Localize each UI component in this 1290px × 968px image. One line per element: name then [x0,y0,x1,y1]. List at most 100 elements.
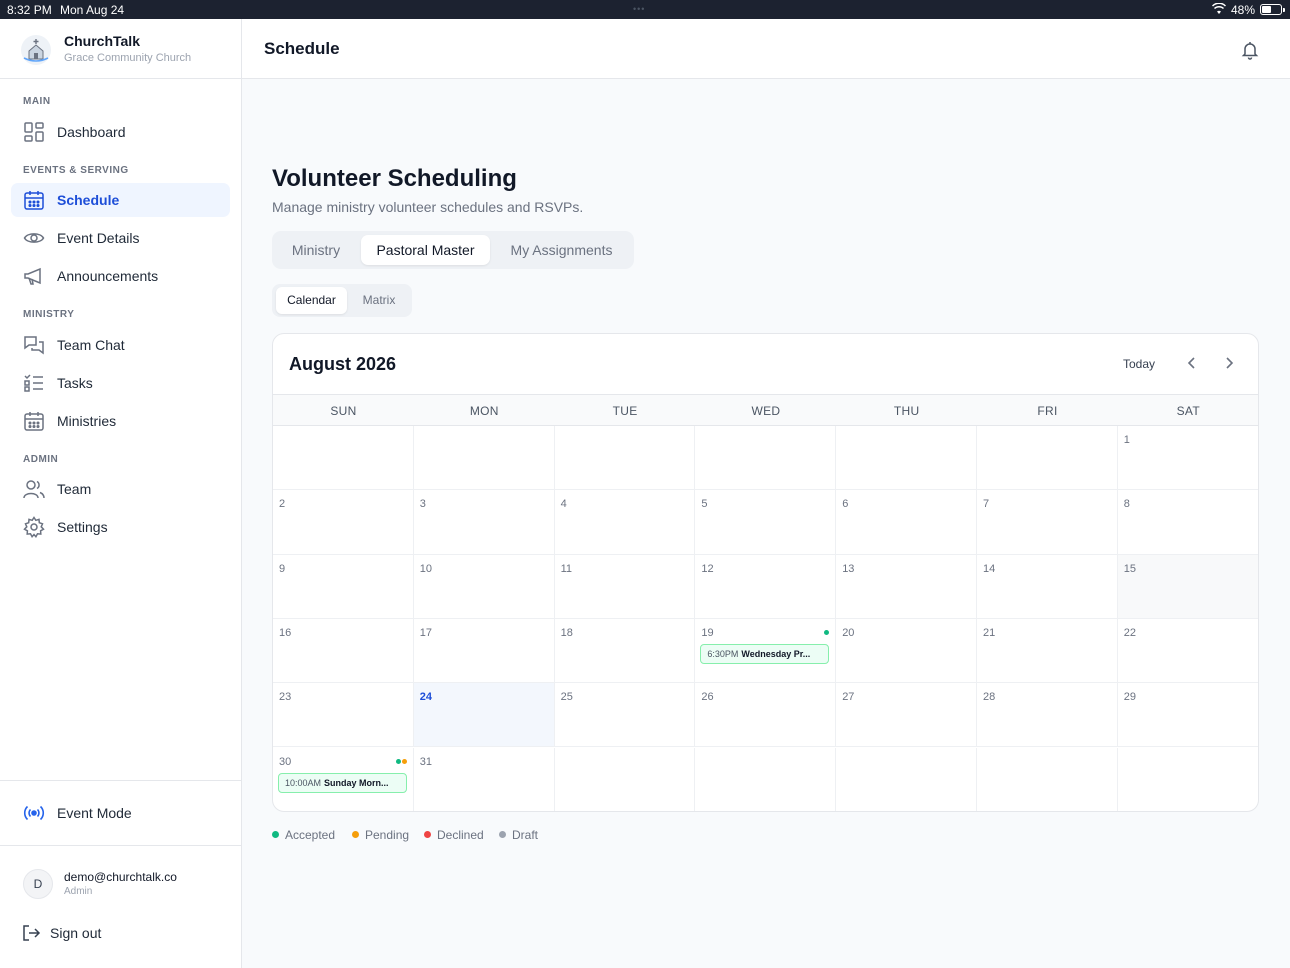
event-title: Wednesday Pr... [741,648,811,659]
sidebar-item-settings[interactable]: Settings [11,510,230,544]
calendar-day-cell[interactable]: 18 [554,618,696,684]
sidebar-divider [0,845,241,846]
day-number: 20 [842,626,855,639]
sidebar-item-label: Tasks [57,375,93,391]
tab-ministry[interactable]: Ministry [276,235,356,265]
tab-calendar[interactable]: Calendar [276,287,347,314]
calendar-day-cell[interactable] [977,747,1118,811]
gear-icon [23,516,45,538]
calendar-day-cell[interactable]: 17 [413,618,555,684]
calendar-day-cell[interactable]: 20 [836,618,977,684]
calendar-day-cell[interactable]: 30 10:00AM Sunday Morn... [273,747,414,811]
calendar-day-cell[interactable]: 26 [695,683,837,748]
calendar-day-cell[interactable]: 19 6:30PM Wednesday Pr... [695,618,837,684]
sidebar-item-label: Ministries [57,413,117,429]
calendar-day-cell[interactable]: 7 [977,490,1118,555]
view-toggle: Calendar Matrix [272,284,412,317]
event-chip[interactable]: 10:00AM Sunday Morn... [278,772,407,793]
rsvp-status-dots [823,629,830,636]
calendar-day-cell[interactable]: 10 [413,554,555,619]
calendar-day-cell[interactable]: 24 [413,683,555,748]
sidebar-item-ministries[interactable]: Ministries [11,404,230,438]
calendar-day-cell[interactable] [273,426,414,491]
calendar-day-cell[interactable]: 28 [977,683,1118,748]
calendar-day-cell[interactable]: 3 [413,490,555,555]
day-number: 7 [983,498,990,511]
calendar-day-cell[interactable] [1117,747,1258,811]
calendar-day-cell[interactable]: 23 [273,683,414,748]
calendar-day-cell[interactable] [836,747,977,811]
calendar-day-cell[interactable]: 16 [273,618,414,684]
calendar-day-cell[interactable]: 9 [273,554,414,619]
calendar-day-cell[interactable]: 4 [554,490,696,555]
calendar-day-cell[interactable] [413,426,555,491]
sidebar-item-label: Settings [57,519,108,535]
event-chip[interactable]: 6:30PM Wednesday Pr... [700,643,830,664]
calendar-day-cell[interactable] [554,747,696,811]
day-number: 21 [983,626,996,639]
sidebar-item-team-chat[interactable]: Team Chat [11,328,230,362]
calendar-day-cell[interactable]: 6 [836,490,977,555]
calendar-day-cell[interactable]: 11 [554,554,696,619]
today-button[interactable]: Today [1123,357,1155,371]
calendar-icon [24,412,44,431]
calendar-day-cell[interactable]: 21 [977,618,1118,684]
battery-percent: 48% [1231,3,1256,17]
day-number: 24 [419,691,433,704]
calendar-day-cell[interactable]: 15 [1117,554,1258,619]
day-number: 10 [419,562,433,575]
legend-item: Draft [499,828,538,842]
calendar-day-cell[interactable]: 31 [413,747,555,811]
sidebar-item-schedule[interactable]: Schedule [11,183,230,217]
legend-label: Declined [437,828,484,842]
sidebar-item-team[interactable]: Team [11,472,230,506]
sidebar-item-tasks[interactable]: Tasks [11,366,230,400]
sign-out-button[interactable]: Sign out [11,916,230,950]
calendar-day-cell[interactable] [836,426,977,491]
chevron-right-icon[interactable] [1220,354,1238,372]
calendar-day-cell[interactable]: 8 [1117,490,1258,555]
sign-out-label: Sign out [50,925,102,941]
sidebar-item-dashboard[interactable]: Dashboard [11,115,230,149]
event-title: Sunday Morn... [324,777,389,788]
calendar-day-cell[interactable]: 1 [1117,426,1258,491]
calendar-day-cell[interactable] [695,426,837,491]
calendar-day-cell[interactable]: 5 [695,490,837,555]
tab-matrix[interactable]: Matrix [350,287,408,314]
calendar-day-cell[interactable] [554,426,696,491]
day-number: 29 [1123,691,1137,704]
event-mode-button[interactable]: Event Mode [11,796,230,830]
day-number: 17 [419,626,433,639]
calendar-day-cell[interactable]: 2 [273,490,414,555]
chat-icon [24,336,44,355]
day-number: 13 [842,562,855,575]
sidebar-item-label: Event Details [57,230,140,246]
legend-item: Pending [352,828,409,842]
chevron-left-icon[interactable] [1183,354,1201,372]
calendar-day-cell[interactable]: 12 [695,554,837,619]
tab-pastoral-master[interactable]: Pastoral Master [361,235,490,265]
calendar-day-cell[interactable] [695,747,837,811]
day-number: 14 [983,562,996,575]
bell-icon[interactable] [1240,40,1260,60]
sidebar-item-event-details[interactable]: Event Details [11,221,230,255]
day-number: 31 [419,755,433,768]
calendar-day-cell[interactable]: 27 [836,683,977,748]
calendar-day-cell[interactable]: 14 [977,554,1118,619]
grid-icon [24,122,44,142]
day-number: 6 [842,498,849,511]
calendar-day-cell[interactable]: 13 [836,554,977,619]
calendar-day-cell[interactable] [977,426,1118,491]
status-dot [395,758,401,764]
day-number: 16 [279,626,292,639]
calendar-day-cell[interactable]: 22 [1117,618,1258,684]
sidebar-item-announcements[interactable]: Announcements [11,259,230,293]
rsvp-status-dots [395,758,407,765]
section-label-ministry: MINISTRY [23,309,75,320]
tab-my-assignments[interactable]: My Assignments [494,235,629,265]
calendar-day-cell[interactable]: 29 [1117,683,1258,748]
megaphone-icon [24,267,41,285]
users-icon [23,480,45,499]
sidebar-item-label: Dashboard [57,124,126,140]
calendar-day-cell[interactable]: 25 [554,683,696,748]
